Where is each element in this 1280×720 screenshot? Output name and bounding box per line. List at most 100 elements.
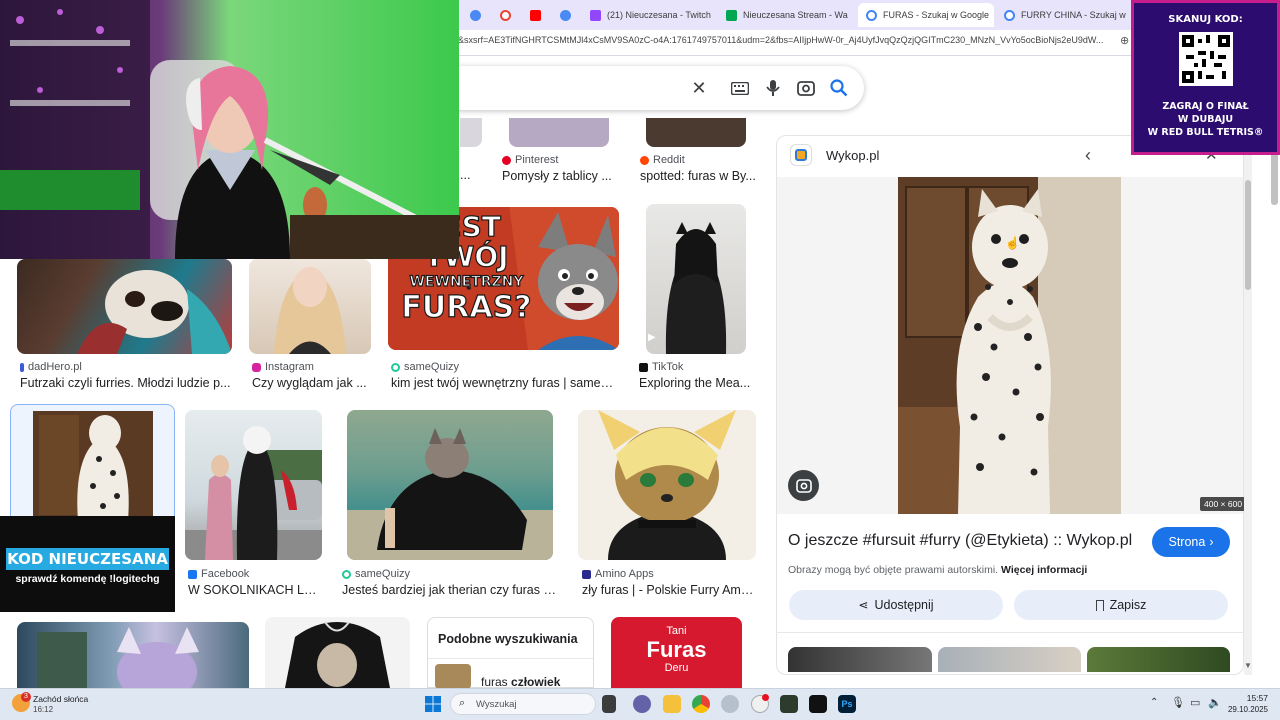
result-source[interactable]: Facebook (188, 568, 249, 580)
discord-icon[interactable] (633, 695, 651, 713)
weather-time: 16:12 (33, 705, 54, 714)
taskbar-search-input[interactable]: ⌕ Wyszukaj (450, 693, 596, 715)
save-button-label: Zapisz (1109, 598, 1147, 612)
related-searches-card: Podobne wyszukiwania furas człowiek (427, 617, 594, 689)
result-source[interactable]: sameQuizy (391, 361, 459, 373)
related-thumb[interactable] (435, 664, 471, 689)
result-source[interactable]: dadHero.pl (20, 361, 82, 373)
divider (428, 658, 593, 659)
result-title[interactable]: Exploring the Mea... (639, 376, 751, 390)
result-title[interactable]: W SOKOLNIKACH LE... (188, 583, 322, 597)
result-title[interactable]: kim jest twój wewnętrzny furas | sameQ..… (391, 376, 619, 390)
clock-time[interactable]: 15:57 (1230, 693, 1268, 703)
app-icon[interactable] (809, 695, 827, 713)
tab-twitch[interactable]: (21) Nieuczesana - Twitch ✕ (582, 3, 718, 27)
result-image[interactable] (347, 410, 553, 560)
result-image[interactable]: ▶ (646, 204, 746, 354)
result-source[interactable]: Instagram (252, 361, 314, 373)
panel-site-name[interactable]: Wykop.pl (826, 148, 879, 163)
url-text[interactable]: &sxsrf=AE3TifNGHRTCSMtMJl4xCsMV9SA0zC-o4… (458, 35, 1123, 45)
tab-furas-search[interactable]: FURAS - Szukaj w Google ✕ (858, 3, 994, 27)
volume-icon[interactable]: 🔈 (1208, 696, 1222, 709)
result-image[interactable] (185, 410, 322, 560)
kick-icon (726, 9, 737, 21)
microphone-icon[interactable] (761, 76, 785, 100)
result-source[interactable]: Reddit (640, 154, 685, 166)
visit-button[interactable]: Strona › (1152, 527, 1230, 557)
panel-main-image[interactable] (898, 177, 1121, 514)
related-image[interactable] (938, 647, 1081, 672)
related-item-text: furas (481, 675, 512, 689)
taskbar-search-placeholder: Wyszukaj (476, 699, 517, 710)
share-button[interactable]: ⋖ Udostępnij (789, 590, 1003, 620)
tab-furry-china[interactable]: FURRY CHINA - Szukaj w (996, 3, 1131, 27)
youtube-icon (530, 9, 541, 21)
tab-stream[interactable]: Nieuczesana Stream - Wa ✕ (718, 3, 854, 27)
task-view-icon[interactable] (602, 695, 616, 713)
result-title[interactable]: zły furas | - Polskie Furry Ami... (582, 583, 754, 597)
zoom-icon[interactable]: ⊕ (1120, 34, 1129, 47)
result-image[interactable] (17, 622, 249, 688)
qr-overlay: SKANUJ KOD: ZAGRAJ O FINAŁ W DUBAJU W RE… (1131, 0, 1280, 155)
app-icon[interactable] (721, 695, 739, 713)
result-image[interactable] (578, 410, 756, 560)
tab-pinned-2[interactable] (492, 3, 522, 27)
scroll-down-icon[interactable]: ▼ (1244, 661, 1252, 670)
clock-date[interactable]: 29.10.2025 (1224, 705, 1268, 714)
result-source[interactable]: Amino Apps (582, 568, 654, 580)
facebook-icon (188, 569, 197, 579)
result-image[interactable] (249, 259, 371, 354)
photoshop-icon[interactable]: Ps (838, 695, 856, 713)
result-title[interactable]: ... (460, 168, 480, 182)
result-title[interactable]: Czy wyglądam jak ... (252, 376, 370, 390)
panel-title[interactable]: O jeszcze #fursuit #furry (@Etykieta) ::… (788, 532, 1144, 550)
result-source[interactable]: sameQuizy (342, 568, 410, 580)
result-image[interactable]: Tani Furas Deru (611, 617, 742, 688)
copyright-text: Obrazy mogą być objęte prawami autorskim… (788, 564, 999, 576)
related-item[interactable]: furas człowiek (481, 675, 560, 689)
app-icon[interactable] (780, 695, 798, 713)
microphone-icon[interactable]: 🎙 (1171, 696, 1185, 709)
chevron-up-icon[interactable]: ⌃ (1150, 697, 1158, 708)
tab-pinned-1[interactable] (462, 3, 494, 27)
source-label: sameQuizy (355, 568, 411, 580)
lens-search-icon[interactable] (788, 470, 819, 501)
result-image[interactable] (509, 118, 609, 147)
file-explorer-icon[interactable] (663, 695, 681, 713)
wykop-icon (790, 144, 812, 166)
tab-favicon-icon (560, 9, 571, 21)
copyright-note: Obrazy mogą być objęte prawami autorskim… (788, 564, 1087, 576)
result-title[interactable]: Futrzaki czyli furries. Młodzi ludzie p.… (20, 376, 232, 390)
related-image[interactable] (1087, 647, 1230, 672)
related-heading: Podobne wyszukiwania (438, 632, 578, 646)
network-icon[interactable]: ▭ (1190, 696, 1200, 709)
tab-pinned-4[interactable] (552, 3, 582, 27)
banner-line: FURAS? (401, 290, 532, 325)
panel-scrollbar[interactable] (1245, 180, 1251, 290)
more-info-link[interactable]: Więcej informacji (1001, 564, 1087, 576)
result-image[interactable] (17, 259, 232, 354)
result-title[interactable]: Pomysły z tablicy ... (502, 169, 620, 183)
result-image[interactable] (460, 118, 482, 147)
result-title[interactable]: spotted: furas w By... (640, 169, 758, 183)
result-image[interactable] (646, 118, 746, 147)
search-icon[interactable] (827, 76, 851, 100)
page-scrollbar[interactable] (1271, 150, 1278, 205)
chrome-icon[interactable] (692, 695, 710, 713)
result-source[interactable]: TikTok (639, 361, 683, 373)
tab-pinned-3[interactable] (522, 3, 552, 27)
weather-title[interactable]: Zachód słońca (33, 694, 88, 704)
recording-dot-icon (762, 694, 769, 701)
result-image[interactable] (265, 617, 410, 688)
clear-icon[interactable]: ✕ (687, 76, 711, 100)
previous-icon[interactable]: ‹ (1085, 145, 1091, 166)
source-label: Facebook (201, 568, 250, 580)
windows-start-icon[interactable] (425, 696, 441, 712)
keyboard-icon[interactable] (728, 76, 752, 100)
related-image[interactable] (788, 647, 932, 672)
lens-icon[interactable] (794, 76, 818, 100)
mouse-cursor-icon: ☝ (1005, 236, 1020, 250)
result-source[interactable]: Pinterest (502, 154, 558, 166)
save-button[interactable]: Zapisz (1014, 590, 1228, 620)
result-title[interactable]: Jesteś bardziej jak therian czy furas | … (342, 583, 557, 597)
